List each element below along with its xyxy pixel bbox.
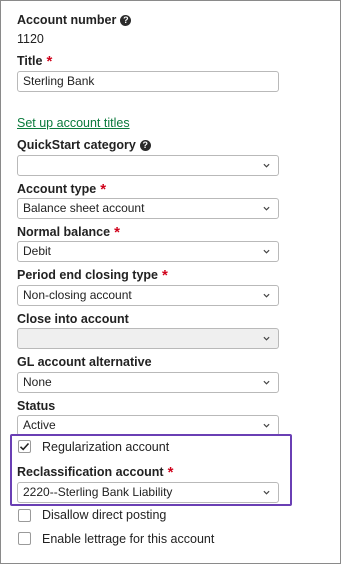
reclassification-value: 2220--Sterling Bank Liability	[23, 485, 173, 499]
quickstart-label: QuickStart category?	[17, 138, 151, 153]
quickstart-select[interactable]	[17, 155, 279, 176]
help-icon[interactable]: ?	[120, 15, 132, 26]
disallow-posting-checkbox[interactable]	[18, 509, 31, 522]
chevron-down-icon	[263, 206, 270, 211]
status-value: Active	[23, 418, 56, 432]
period-end-value: Non-closing account	[23, 288, 132, 302]
normal-balance-label-text: Normal balance	[17, 225, 111, 239]
required-asterisk: *	[167, 464, 174, 481]
chevron-down-icon	[263, 380, 270, 385]
chevron-down-icon	[263, 249, 270, 254]
status-select[interactable]: Active	[17, 415, 279, 436]
period-end-select[interactable]: Non-closing account	[17, 285, 279, 306]
account-type-label-text: Account type	[17, 182, 97, 196]
normal-balance-label: Normal balance *	[17, 224, 120, 240]
period-end-label-text: Period end closing type	[17, 268, 158, 282]
chevron-down-icon	[263, 336, 270, 341]
account-number-label: Account number?	[17, 13, 132, 28]
account-number-label-text: Account number	[17, 13, 117, 27]
gl-alternative-value: None	[23, 375, 52, 389]
disallow-posting-label: Disallow direct posting	[42, 508, 167, 522]
required-asterisk: *	[162, 267, 168, 284]
reclassification-select[interactable]: 2220--Sterling Bank Liability	[17, 482, 279, 503]
chevron-down-icon	[263, 293, 270, 298]
gl-alternative-select[interactable]: None	[17, 372, 279, 393]
form-panel: Account number? 1120 Title * Sterling Ban…	[0, 0, 341, 564]
close-into-select	[17, 328, 279, 349]
title-label-text: Title	[17, 54, 43, 68]
reclassification-label: Reclassification account *	[17, 464, 173, 480]
required-asterisk: *	[114, 224, 120, 241]
account-type-label: Account type *	[17, 181, 106, 197]
reclassification-label-text: Reclassification account	[17, 465, 164, 479]
help-icon[interactable]: ?	[139, 140, 151, 151]
checkmark-icon	[19, 442, 30, 451]
setup-account-titles-link[interactable]: Set up account titles	[17, 116, 130, 130]
required-asterisk: *	[100, 181, 107, 198]
period-end-label: Period end closing type *	[17, 267, 168, 283]
title-input[interactable]: Sterling Bank	[17, 71, 279, 92]
chevron-down-icon	[263, 423, 270, 428]
gl-alternative-label: GL account alternative	[17, 355, 152, 369]
account-type-value: Balance sheet account	[23, 201, 145, 215]
lettrage-label: Enable lettrage for this account	[42, 532, 215, 546]
account-type-select[interactable]: Balance sheet account	[17, 198, 279, 219]
account-number-value: 1120	[17, 32, 44, 46]
normal-balance-select[interactable]: Debit	[17, 241, 279, 262]
status-label: Status	[17, 399, 56, 413]
chevron-down-icon	[263, 163, 270, 168]
quickstart-label-text: QuickStart category	[17, 138, 136, 152]
lettrage-checkbox[interactable]	[18, 532, 31, 545]
normal-balance-value: Debit	[23, 244, 52, 258]
regularization-label: Regularization account	[42, 440, 170, 454]
regularization-checkbox[interactable]	[18, 440, 31, 453]
close-into-label: Close into account	[17, 312, 129, 326]
required-asterisk: *	[46, 53, 53, 70]
chevron-down-icon	[263, 490, 270, 495]
title-label: Title *	[17, 53, 52, 69]
